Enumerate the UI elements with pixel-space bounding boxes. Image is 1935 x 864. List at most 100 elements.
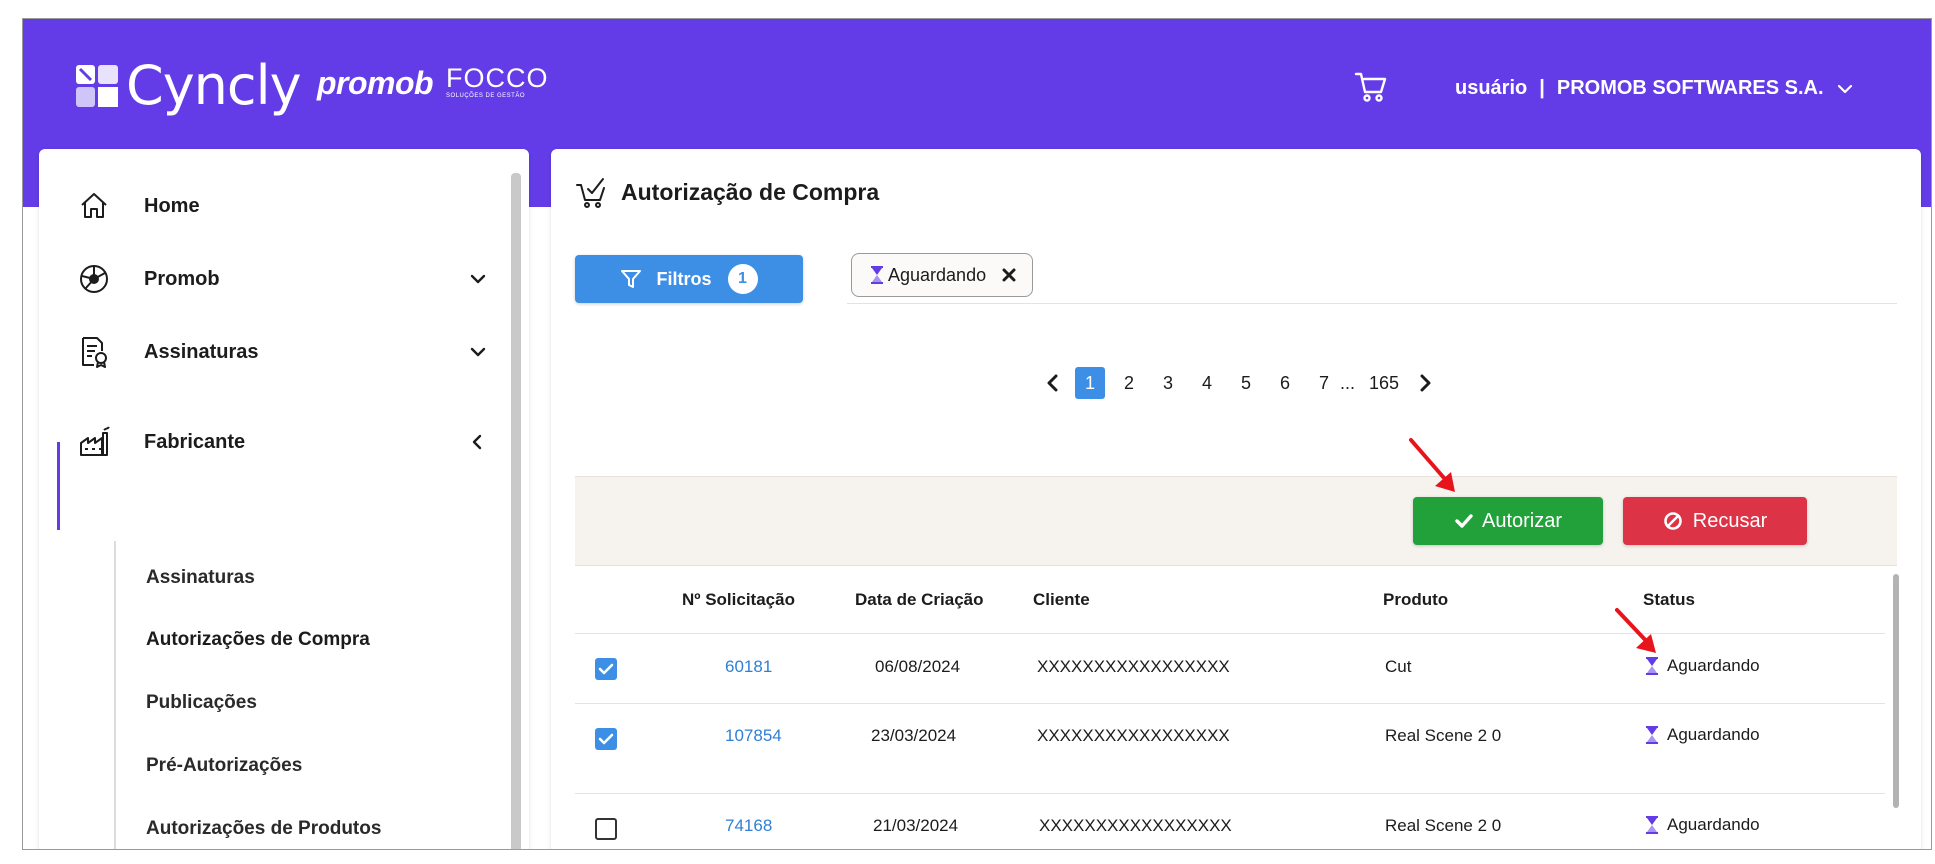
filters-button[interactable]: Filtros 1 <box>575 255 803 303</box>
authorize-button[interactable]: Autorizar <box>1413 497 1603 545</box>
request-id-link[interactable]: 74168 <box>725 816 772 836</box>
chip-label: Aguardando <box>888 264 987 285</box>
pagination: 1 2 3 4 5 6 7 ... 165 <box>1041 367 1437 399</box>
page-title: Autorização de Compra <box>621 178 880 205</box>
filter-chip-aguardando: Aguardando <box>851 253 1034 297</box>
filters-label: Filtros <box>656 268 712 289</box>
submenu-item-assinaturas[interactable]: Assinaturas <box>146 567 255 589</box>
check-icon <box>1455 514 1473 528</box>
chevron-down-icon <box>470 347 486 357</box>
sidebar-item-home[interactable]: Home <box>39 176 509 236</box>
page-link-last[interactable]: 165 <box>1369 367 1399 399</box>
chevron-right-icon[interactable] <box>1413 371 1437 395</box>
table-row[interactable]: 74168 21/03/2024 XXXXXXXXXXXXXXXXX Real … <box>575 794 1885 849</box>
main-panel: Autorização de Compra Filtros 1 Aguardan… <box>551 149 1921 849</box>
request-date: 23/03/2024 <box>871 726 957 745</box>
column-header-date[interactable]: Data de Criação <box>855 590 984 610</box>
page-link-2[interactable]: 2 <box>1114 367 1144 399</box>
chevron-down-icon <box>1837 84 1852 93</box>
page-link-5[interactable]: 5 <box>1231 367 1261 399</box>
status-badge: Aguardando <box>1645 815 1760 835</box>
chevron-left-icon <box>472 434 482 450</box>
table-row[interactable]: 107854 23/03/2024 XXXXXXXXXXXXXXXXX Real… <box>575 704 1885 794</box>
bulk-actions-bar: Autorizar Recusar <box>575 476 1897 566</box>
annotation-arrow-icon <box>1615 608 1656 653</box>
client-name: XXXXXXXXXXXXXXXXX <box>1039 816 1232 835</box>
submenu-item-autorizacoes-produtos[interactable]: Autorizações de Produtos <box>146 818 381 840</box>
cyncly-logo[interactable]: Cyncly <box>76 54 302 117</box>
cyncly-logo-icon <box>76 65 118 107</box>
refuse-button[interactable]: Recusar <box>1623 497 1807 545</box>
cart-icon[interactable] <box>1353 69 1389 105</box>
user-menu[interactable]: usuário | PROMOB SOFTWARES S.A. <box>1455 77 1854 100</box>
product-name: Real Scene 2 0 <box>1385 726 1502 745</box>
status-label: Aguardando <box>1667 725 1760 744</box>
submenu-item-publicacoes[interactable]: Publicações <box>146 692 257 714</box>
hourglass-icon <box>1646 657 1658 675</box>
user-separator: | <box>1539 77 1545 99</box>
table-scrollbar[interactable] <box>1893 574 1899 808</box>
chevron-down-icon <box>470 274 486 284</box>
authorize-label: Autorizar <box>1481 509 1563 532</box>
page-ellipsis: ... <box>1340 372 1356 393</box>
filters-count-badge: 1 <box>727 264 758 294</box>
promob-icon <box>80 265 108 293</box>
sidebar-item-assinaturas[interactable]: Assinaturas <box>39 322 509 382</box>
sidebar-item-label: Fabricante <box>144 430 246 453</box>
request-id-link[interactable]: 60181 <box>725 657 772 677</box>
home-icon <box>81 193 107 218</box>
chevron-left-icon[interactable] <box>1041 371 1065 395</box>
check-icon <box>598 663 614 675</box>
app-frame: Cyncly promob FOCCO SOLUÇÕES DE GESTÃO u… <box>22 18 1932 850</box>
page-link-3[interactable]: 3 <box>1153 367 1183 399</box>
page-link-4[interactable]: 4 <box>1192 367 1222 399</box>
cyncly-wordmark: Cyncly <box>126 54 302 117</box>
page-link-1[interactable]: 1 <box>1075 367 1105 399</box>
row-checkbox[interactable] <box>595 818 617 840</box>
request-date: 06/08/2024 <box>875 657 961 676</box>
sidebar-item-label: Home <box>144 194 200 217</box>
submenu-guide <box>114 541 116 849</box>
column-header-product[interactable]: Produto <box>1383 590 1448 610</box>
sidebar-item-promob[interactable]: Promob <box>39 249 509 309</box>
table-row[interactable]: 60181 06/08/2024 XXXXXXXXXXXXXXXXX Cut A… <box>575 634 1885 704</box>
company-name: PROMOB SOFTWARES S.A. <box>1556 77 1824 99</box>
product-name: Cut <box>1385 657 1412 676</box>
hourglass-icon <box>1646 726 1658 744</box>
annotation-arrow-icon <box>1409 438 1455 492</box>
hourglass-icon <box>871 266 883 284</box>
close-icon[interactable] <box>1002 268 1016 282</box>
sidebar-item-label: Assinaturas <box>144 340 259 363</box>
request-date: 21/03/2024 <box>873 816 959 835</box>
page-header: Autorização de Compra <box>575 175 879 209</box>
check-icon <box>598 733 614 745</box>
document-badge-icon <box>82 337 107 368</box>
ban-icon <box>1663 512 1682 530</box>
submenu-item-autorizacoes-compra[interactable]: Autorizações de Compra <box>146 629 370 651</box>
submenu-item-pre-autorizacoes[interactable]: Pré-Autorizações <box>146 755 302 777</box>
requests-table: Nº Solicitação Data de Criação Cliente P… <box>575 566 1899 849</box>
status-badge: Aguardando <box>1645 656 1760 676</box>
sidebar: Home Promob Assinaturas Fabricante Assin… <box>39 149 529 849</box>
focco-logo[interactable]: FOCCO SOLUÇÕES DE GESTÃO <box>446 65 549 100</box>
status-label: Aguardando <box>1667 815 1760 834</box>
table-header: Nº Solicitação Data de Criação Cliente P… <box>575 566 1885 634</box>
status-label: Aguardando <box>1667 656 1760 675</box>
row-checkbox[interactable] <box>595 658 617 680</box>
client-name: XXXXXXXXXXXXXXXXX <box>1037 726 1230 745</box>
product-name: Real Scene 2 0 <box>1385 816 1502 835</box>
row-checkbox[interactable] <box>595 728 617 750</box>
page-link-6[interactable]: 6 <box>1270 367 1300 399</box>
page-link-7[interactable]: 7 <box>1309 367 1339 399</box>
request-id-link[interactable]: 107854 <box>725 726 782 746</box>
column-header-id[interactable]: Nº Solicitação <box>682 590 795 610</box>
focco-tagline: SOLUÇÕES DE GESTÃO <box>446 93 526 99</box>
sidebar-item-fabricante[interactable]: Fabricante <box>39 412 509 472</box>
column-header-client[interactable]: Cliente <box>1033 590 1090 610</box>
user-name: usuário <box>1455 77 1528 99</box>
filter-icon <box>621 270 642 288</box>
client-name: XXXXXXXXXXXXXXXXX <box>1037 657 1230 676</box>
sidebar-scrollbar[interactable] <box>511 173 521 849</box>
promob-logo[interactable]: promob <box>317 65 434 102</box>
hourglass-icon <box>1646 816 1658 834</box>
